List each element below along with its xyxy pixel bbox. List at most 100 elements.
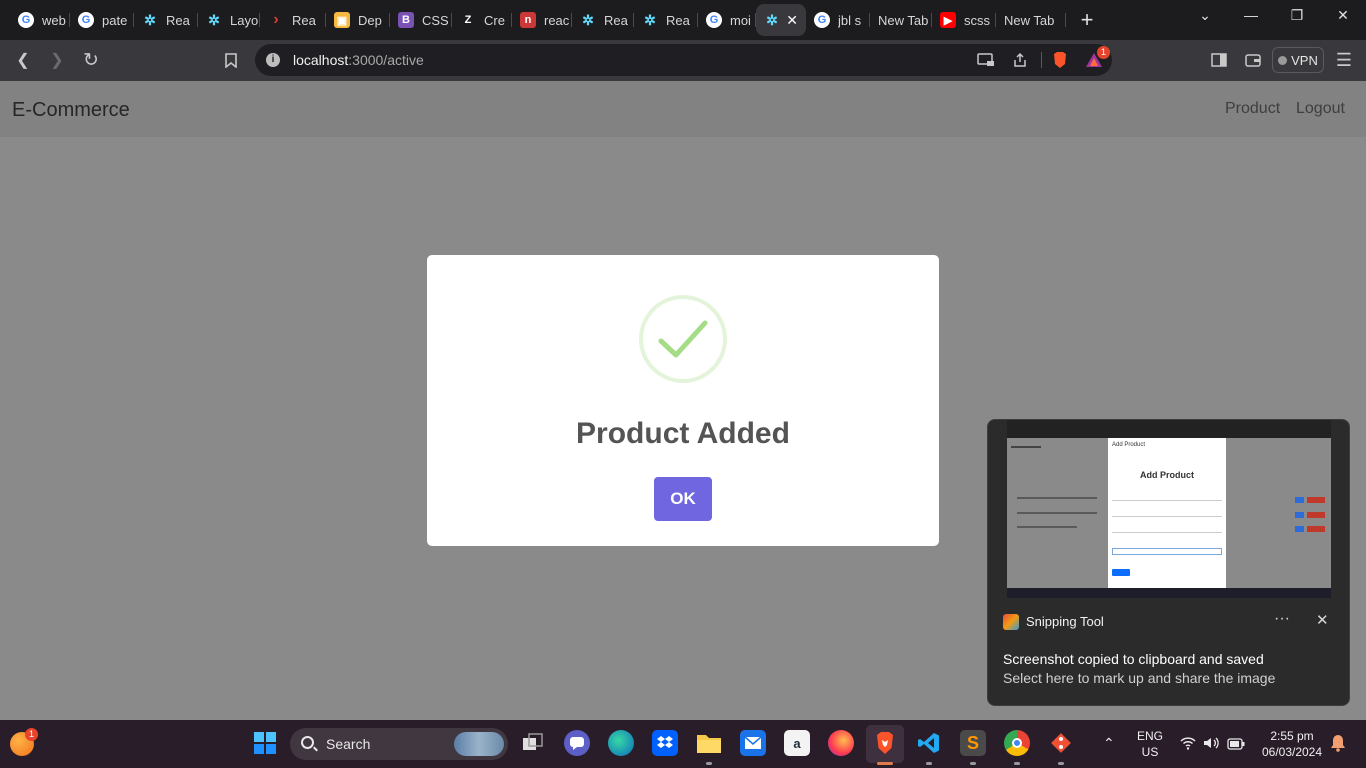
task-view-icon[interactable] [520, 730, 546, 756]
browser-tab[interactable]: New Tab [870, 4, 932, 36]
url-path: :3000/active [348, 52, 424, 68]
navbar-brand[interactable]: E-Commerce [12, 99, 130, 122]
browser-tab[interactable]: › Rea [260, 4, 326, 36]
browser-tab[interactable]: B CSS [390, 4, 452, 36]
success-modal: Product Added OK [427, 255, 939, 546]
notification-more-icon[interactable]: ··· [1274, 610, 1290, 628]
reload-icon[interactable]: ↻ [78, 48, 104, 72]
url-text: localhost:3000/active [293, 52, 424, 68]
git-icon[interactable] [1048, 730, 1074, 756]
browser-tab[interactable]: ✲ Rea [634, 4, 698, 36]
thumbnail-row [1017, 526, 1077, 528]
back-icon[interactable]: ❮ [10, 48, 36, 72]
restore-button[interactable]: ❐ [1274, 0, 1320, 30]
thumbnail-modal-header: Add Product [1112, 442, 1146, 448]
cast-icon[interactable] [973, 48, 999, 72]
youtube-icon: ▶ [940, 12, 956, 28]
browser-tab-label: CSS [422, 12, 449, 28]
file-explorer-icon[interactable] [696, 730, 722, 756]
sublime-text-icon[interactable]: S [960, 730, 986, 756]
browser-tab[interactable]: Gweb [10, 4, 70, 36]
minimize-button[interactable]: — [1228, 0, 1274, 30]
wallet-icon[interactable] [1240, 48, 1266, 72]
chrome-icon[interactable] [1004, 730, 1030, 756]
taskbar-search[interactable]: Search [290, 728, 508, 760]
notification-bell-icon[interactable] [1330, 734, 1346, 757]
running-indicator [706, 762, 712, 765]
notification-close-icon[interactable]: ✕ [1316, 611, 1329, 629]
battery-icon[interactable] [1227, 737, 1245, 755]
notification-title: Screenshot copied to clipboard and saved [1003, 651, 1264, 667]
snipping-tool-notification[interactable]: Add Product Add Product Snipping Tool ··… [987, 419, 1350, 706]
close-tab-icon[interactable]: ✕ [786, 12, 798, 29]
box-icon: ▣ [334, 12, 350, 28]
notification-app-name: Snipping Tool [1026, 614, 1104, 629]
input-region[interactable]: US [1133, 745, 1167, 759]
browser-tab[interactable]: ✲ Layo [198, 4, 260, 36]
thumbnail-field [1112, 496, 1222, 501]
vpn-label: VPN [1291, 52, 1318, 68]
windows-taskbar: 1 Search a S ⌃ ENG US 2:55 pm 06/03/2024 [0, 720, 1366, 768]
browser-tab[interactable]: ▣ Dep [326, 4, 390, 36]
browser-tab[interactable]: ▶ scss [932, 4, 996, 36]
react-icon: ✲ [644, 11, 656, 28]
running-indicator-active [877, 762, 893, 765]
dropbox-icon[interactable] [652, 730, 678, 756]
tray-overflow-chevron-icon[interactable]: ⌃ [1103, 735, 1115, 752]
close-window-button[interactable]: ✕ [1320, 0, 1366, 30]
thumbnail-edit-button [1295, 526, 1304, 532]
google-icon: G [814, 12, 830, 28]
search-highlight-image [454, 732, 504, 756]
browser-tab-label: New Tab [1004, 12, 1055, 28]
nav-link-product[interactable]: Product [1225, 100, 1280, 118]
browser-tab[interactable]: ✲ Rea [572, 4, 634, 36]
windows-start-icon[interactable] [252, 730, 278, 756]
mail-icon[interactable] [740, 730, 766, 756]
browser-tab-label: moi [730, 12, 751, 28]
thumbnail-browser-chrome [1007, 420, 1331, 438]
nav-link-logout[interactable]: Logout [1296, 100, 1345, 118]
volume-icon[interactable] [1203, 736, 1219, 755]
amazon-icon[interactable]: a [784, 730, 810, 756]
tab-search-chevron-icon[interactable]: ⌄ [1182, 0, 1228, 30]
url-host: localhost [293, 52, 349, 68]
wifi-icon[interactable] [1180, 736, 1196, 755]
menu-icon[interactable]: ☰ [1331, 48, 1357, 72]
input-language[interactable]: ENG [1133, 729, 1167, 743]
browser-tab[interactable]: n reac [512, 4, 572, 36]
forward-icon[interactable]: ❯ [44, 48, 70, 72]
brave-browser-icon[interactable] [872, 730, 898, 756]
browser-tab[interactable]: ✲ ✕ [756, 4, 806, 36]
browser-tab[interactable]: ✲ Rea [134, 4, 198, 36]
thumbnail-delete-button [1307, 497, 1325, 503]
screenshot-thumbnail[interactable]: Add Product Add Product [1007, 420, 1331, 598]
address-bar[interactable]: i localhost:3000/active 1 [255, 44, 1112, 76]
browser-tab[interactable]: Z Cre [452, 4, 512, 36]
vscode-icon[interactable] [916, 730, 942, 756]
new-tab-button[interactable]: + [1072, 7, 1102, 33]
teams-chat-icon[interactable] [564, 730, 590, 756]
browser-tab[interactable]: New Tab [996, 4, 1066, 36]
ok-button[interactable]: OK [654, 477, 712, 521]
notification-body: Select here to mark up and share the ima… [1003, 670, 1276, 686]
thumbnail-delete-button [1307, 526, 1325, 532]
site-info-icon[interactable]: i [266, 53, 280, 67]
browser-tab[interactable]: Gjbl s [806, 4, 870, 36]
share-icon[interactable] [1007, 48, 1033, 72]
react-icon: ✲ [766, 11, 778, 28]
browser-tab[interactable]: Gpate [70, 4, 134, 36]
firefox-icon[interactable] [828, 730, 854, 756]
z-icon: Z [464, 14, 472, 26]
browser-tab-label: Rea [292, 12, 316, 28]
clock-time[interactable]: 2:55 pm [1252, 729, 1332, 743]
google-icon: G [706, 12, 722, 28]
brave-rewards-icon[interactable]: 1 [1081, 46, 1110, 72]
brave-shields-icon[interactable] [1047, 48, 1073, 72]
sidebar-toggle-icon[interactable] [1206, 48, 1232, 72]
clock-date[interactable]: 06/03/2024 [1252, 745, 1332, 759]
edge-icon[interactable] [608, 730, 634, 756]
thumbnail-field [1112, 512, 1222, 517]
browser-tab[interactable]: Gmoi [698, 4, 756, 36]
bookmark-icon[interactable] [218, 48, 244, 72]
vpn-button[interactable]: VPN [1272, 47, 1324, 73]
